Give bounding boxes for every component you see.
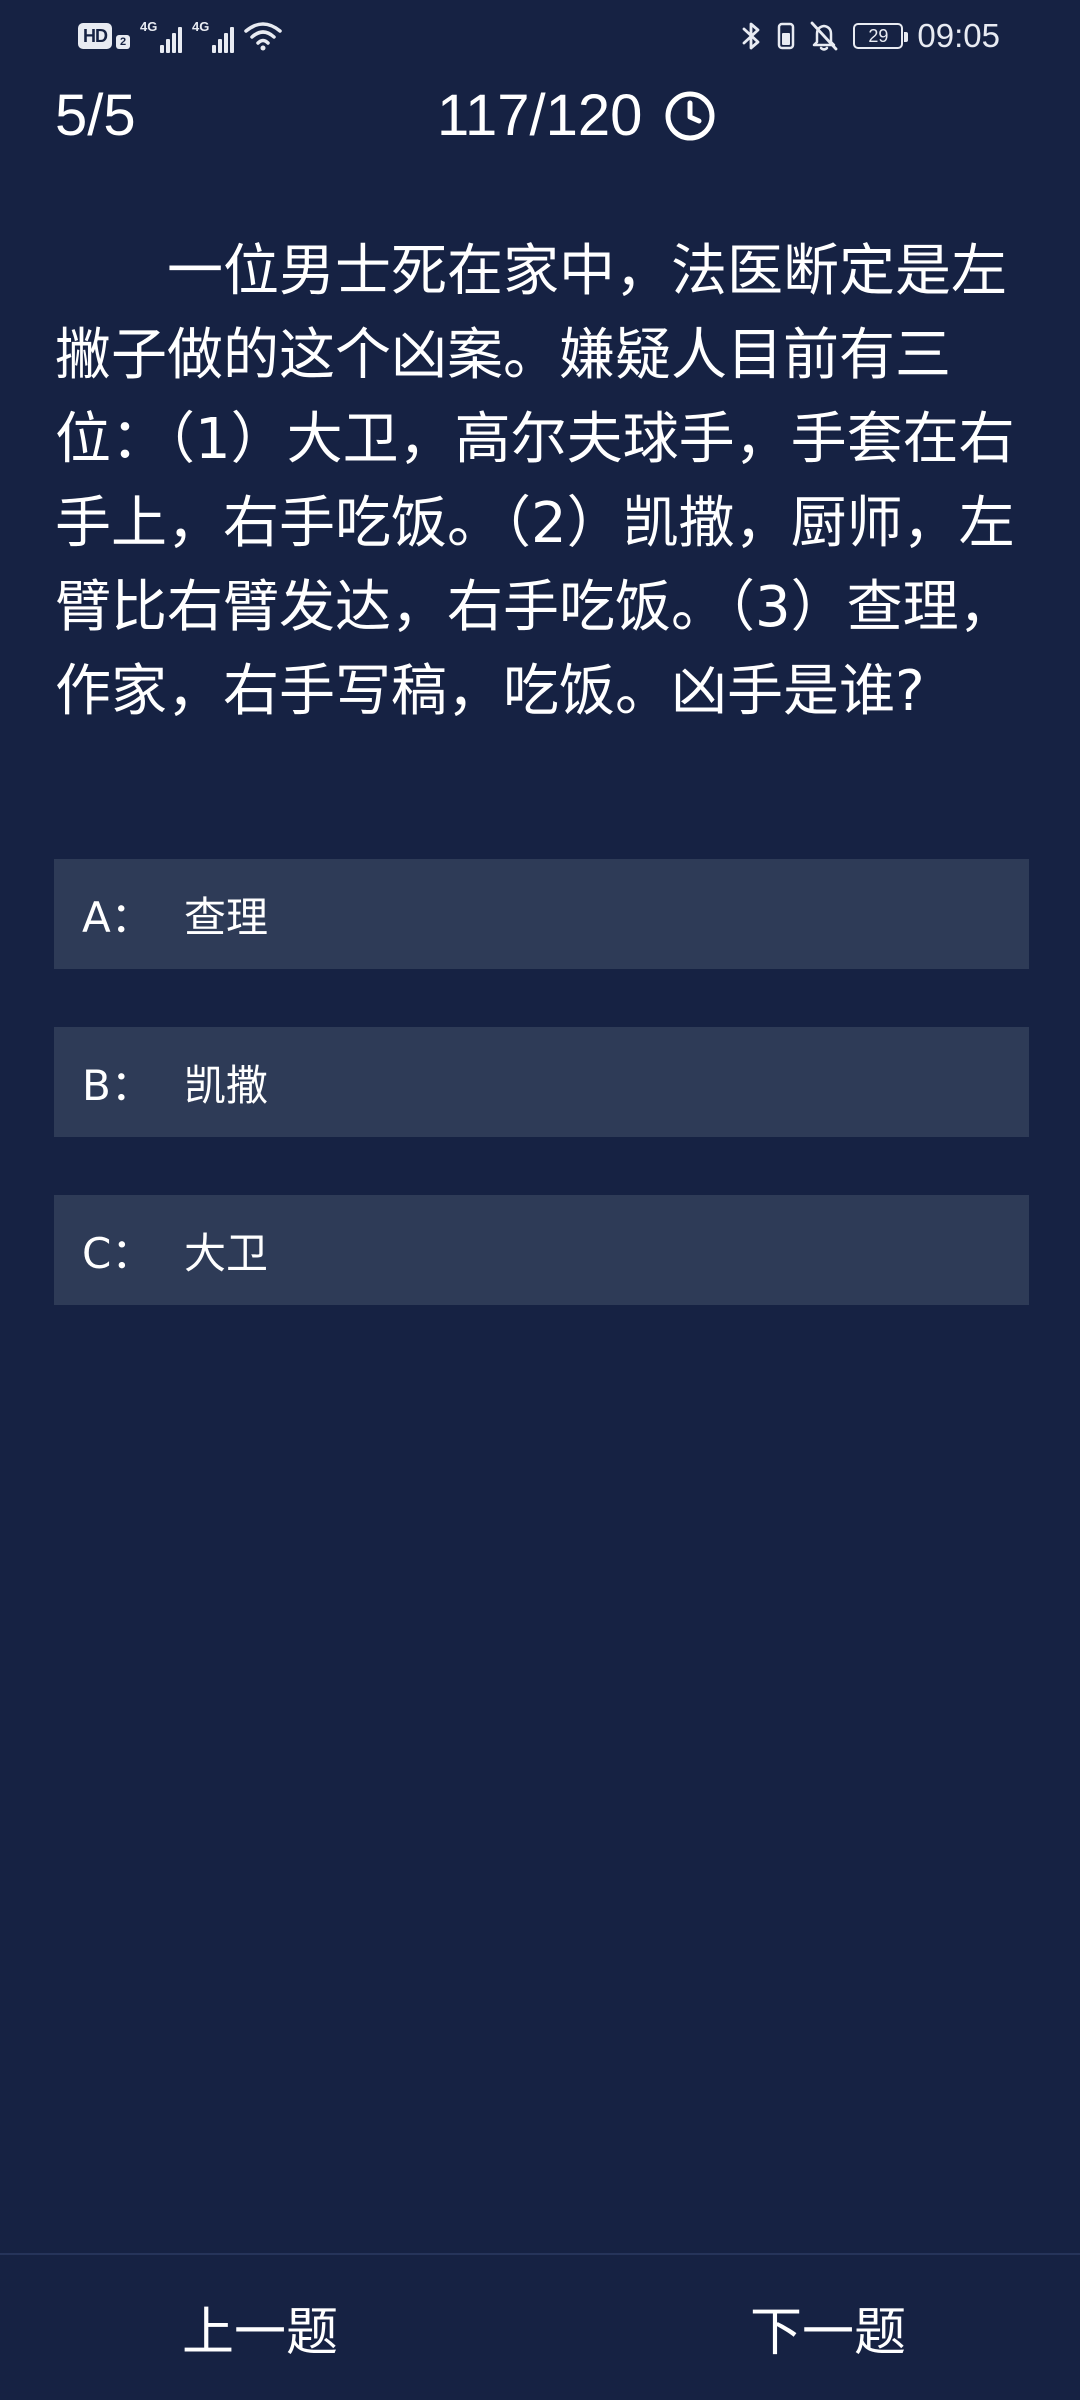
bluetooth-icon xyxy=(741,20,763,52)
next-question-button[interactable]: 下一题 xyxy=(750,2290,906,2365)
countdown-timer: 117/120 xyxy=(437,82,716,149)
mute-bell-icon xyxy=(809,20,839,52)
signal-icon: 4G xyxy=(140,19,182,53)
network-type-label: 4G xyxy=(192,19,210,34)
question-progress: 5/5 xyxy=(55,83,136,148)
option-c[interactable]: C： 大卫 xyxy=(54,1195,1029,1305)
clock-icon xyxy=(664,90,716,142)
bottom-divider xyxy=(0,2253,1080,2255)
status-bar-right: 29 09:05 xyxy=(741,14,1000,58)
network-type-label: 4G xyxy=(140,19,158,34)
option-key: A： xyxy=(82,892,153,942)
status-bar-left: HD 2 4G 4G xyxy=(78,14,282,58)
hd-badge: HD xyxy=(78,23,112,49)
wifi-icon xyxy=(244,21,282,51)
timer-text: 117/120 xyxy=(437,83,643,148)
question-text: 一位男士死在家中，法医断定是左撇子做的这个凶案。嫌疑人目前有三位：（1）大卫，高… xyxy=(55,239,1015,724)
status-time: 09:05 xyxy=(917,17,1000,54)
previous-question-button[interactable]: 上一题 xyxy=(182,2290,338,2365)
signal-icon: 4G xyxy=(192,19,234,53)
option-text: 凯撒 xyxy=(184,1060,269,1110)
hd-badge-sub: 2 xyxy=(116,35,130,49)
vibrate-icon xyxy=(777,20,795,52)
option-a[interactable]: A： 查理 xyxy=(54,859,1029,969)
option-text: 查理 xyxy=(184,892,269,942)
option-text: 大卫 xyxy=(184,1228,269,1278)
option-key: C： xyxy=(82,1228,154,1278)
battery-indicator: 29 xyxy=(853,23,909,49)
option-b[interactable]: B： 凯撒 xyxy=(54,1027,1029,1137)
option-key: B： xyxy=(82,1060,153,1110)
status-bar: HD 2 4G 4G 29 09:05 xyxy=(0,0,1080,72)
